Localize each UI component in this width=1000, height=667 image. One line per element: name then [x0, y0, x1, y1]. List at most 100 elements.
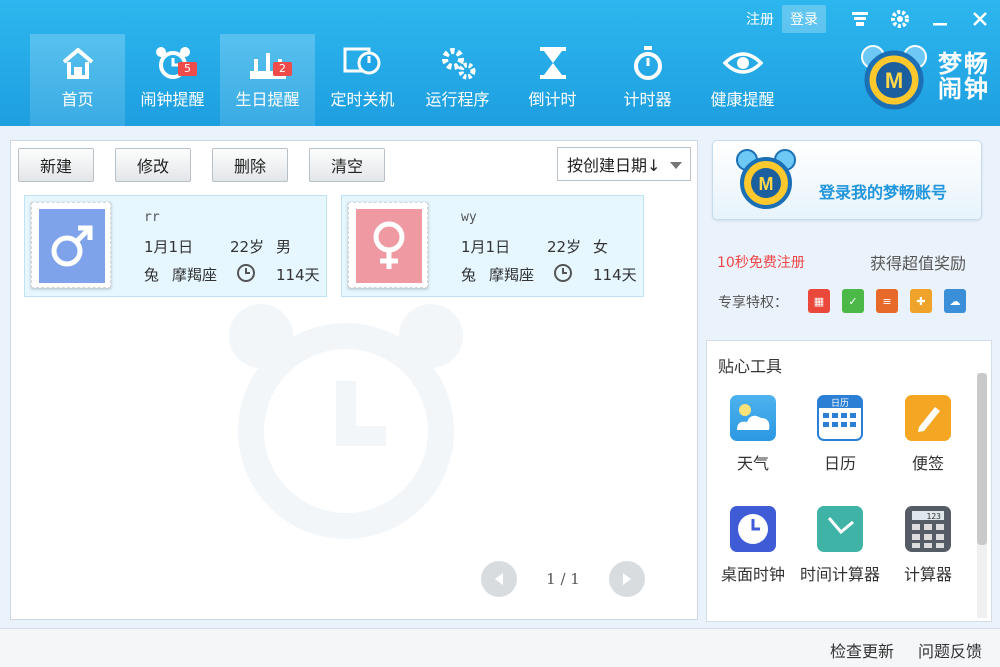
tool-desktop-clock[interactable]: 桌面时钟: [710, 506, 796, 585]
top-bar: 注册 登录: [738, 4, 1000, 34]
clock-icon: [553, 263, 573, 287]
ticket-privilege-icon[interactable]: ≡: [876, 289, 898, 313]
nav-label: 健康提醒: [710, 90, 775, 109]
nav-label: 运行程序: [425, 90, 490, 109]
logo-line-1: 梦畅: [938, 50, 990, 78]
privilege-icons: ▦ ✓ ≡ ✚ ☁: [808, 289, 978, 313]
male-symbol-icon: [39, 209, 105, 283]
time-calculator-icon: [817, 506, 863, 552]
hourglass-icon: [531, 44, 575, 82]
login-link[interactable]: 登录: [782, 5, 826, 33]
nav-item-birthday[interactable]: 2 生日提醒: [220, 34, 315, 126]
scroll-thumb[interactable]: [977, 373, 987, 545]
birthday-card[interactable]: wy 1月1日 22岁 女 兔 摩羯座 114天: [341, 195, 644, 297]
gift-privilege-icon[interactable]: ▦: [808, 289, 830, 313]
female-symbol-icon: [356, 209, 422, 283]
feedback-link[interactable]: 问题反馈: [918, 638, 982, 662]
tool-weather[interactable]: 天气: [710, 395, 796, 474]
tool-label: 桌面时钟: [720, 565, 785, 584]
tool-notes[interactable]: 便签: [885, 395, 971, 474]
sort-dropdown[interactable]: 按创建日期↓: [557, 147, 691, 181]
chevron-right-icon: [623, 573, 631, 585]
home-icon: [56, 44, 100, 82]
delete-button[interactable]: 删除: [212, 148, 288, 182]
chevron-down-icon: [670, 162, 682, 169]
nav-item-home[interactable]: 首页: [30, 34, 125, 126]
tools-scrollbar[interactable]: [977, 373, 987, 618]
age: 22岁: [230, 238, 265, 256]
cloud-privilege-icon[interactable]: ☁: [944, 289, 966, 313]
tools-title: 贴心工具: [718, 357, 783, 376]
svg-text:M: M: [759, 174, 774, 194]
gender: 男: [276, 238, 292, 256]
nav-item-timer[interactable]: 计时器: [600, 34, 695, 126]
skin-icon[interactable]: [840, 4, 880, 34]
zodiac-animal: 兔: [461, 266, 477, 284]
birth-date: 1月1日: [461, 238, 511, 256]
nav-item-run-program[interactable]: 运行程序: [410, 34, 505, 126]
clear-button[interactable]: 清空: [309, 148, 385, 182]
chevron-left-icon: [495, 573, 503, 585]
tool-label: 时间计算器: [799, 565, 880, 584]
nav-item-shutdown[interactable]: 定时关机: [315, 34, 410, 126]
login-account-label: 登录我的梦畅账号: [819, 183, 948, 202]
nav-label: 定时关机: [330, 90, 395, 109]
logo-line-2: 闹钟: [938, 75, 990, 103]
new-button[interactable]: 新建: [18, 148, 94, 182]
reward-text: 获得超值奖励: [870, 254, 967, 273]
nav-label: 生日提醒: [235, 90, 300, 109]
gender: 女: [593, 238, 609, 256]
tool-label: 日历: [823, 454, 856, 473]
weather-icon: [730, 395, 776, 441]
privilege-label: 专享特权：: [718, 295, 788, 311]
calculator-icon: 123: [905, 506, 951, 552]
next-page-button[interactable]: [609, 561, 645, 597]
pagination: 1 / 1: [481, 561, 645, 597]
nav-label: 倒计时: [528, 90, 577, 109]
gears-icon: [436, 44, 480, 82]
leaf-privilege-icon[interactable]: ✓: [842, 289, 864, 313]
logo-clock-icon: M: [736, 149, 796, 209]
tool-label: 便签: [911, 454, 944, 473]
svg-text:M: M: [885, 68, 903, 93]
tools-panel: 贴心工具 天气 日历 日历 便签 桌面时钟 时间计算器 123 计算器: [706, 340, 992, 622]
birth-date: 1月1日: [144, 238, 194, 256]
sort-value: 按创建日期↓: [567, 156, 661, 175]
check-update-link[interactable]: 检查更新: [830, 638, 894, 662]
eye-icon: [721, 44, 765, 82]
close-icon[interactable]: [960, 4, 1000, 34]
power-icon: [341, 44, 385, 82]
stamp-frame: [31, 202, 111, 288]
nav-label: 闹钟提醒: [140, 90, 205, 109]
alarm-count-badge: 5: [178, 62, 197, 76]
prev-page-button[interactable]: [481, 561, 517, 597]
status-bar: 检查更新 问题反馈: [0, 628, 1000, 667]
nav-item-alarm[interactable]: 5 闹钟提醒: [125, 34, 220, 126]
register-link[interactable]: 注册: [738, 5, 782, 33]
zodiac-sign: 摩羯座: [172, 266, 218, 284]
birthday-list-panel: 新建 修改 删除 清空 按创建日期↓ rr 1月1日 22岁 男 兔 摩羯座 1…: [10, 140, 698, 620]
app-logo: M 梦畅 闹钟: [858, 44, 990, 110]
desktop-clock-icon: [730, 506, 776, 552]
free-register-link[interactable]: 10秒免费注册: [717, 252, 805, 272]
minimize-icon[interactable]: [920, 4, 960, 34]
tool-calendar[interactable]: 日历 日历: [797, 395, 883, 474]
stamp-frame: [348, 202, 428, 288]
stopwatch-icon: [626, 44, 670, 82]
nav-item-health[interactable]: 健康提醒: [695, 34, 790, 126]
nav-label: 首页: [61, 90, 94, 109]
present-privilege-icon[interactable]: ✚: [910, 289, 932, 313]
account-login-card[interactable]: M 登录我的梦畅账号: [712, 140, 982, 220]
tool-time-calculator[interactable]: 时间计算器: [797, 506, 883, 585]
age: 22岁: [547, 238, 582, 256]
nav-label: 计时器: [623, 90, 672, 109]
svg-text:123: 123: [927, 512, 942, 521]
tool-label: 计算器: [903, 565, 952, 584]
calendar-icon: 日历: [817, 395, 863, 441]
edit-button[interactable]: 修改: [115, 148, 191, 182]
tool-calculator[interactable]: 123 计算器: [885, 506, 971, 585]
birthday-count-badge: 2: [273, 62, 292, 76]
nav-item-countdown[interactable]: 倒计时: [505, 34, 600, 126]
birthday-card[interactable]: rr 1月1日 22岁 男 兔 摩羯座 114天: [24, 195, 327, 297]
settings-gear-icon[interactable]: [880, 4, 920, 34]
